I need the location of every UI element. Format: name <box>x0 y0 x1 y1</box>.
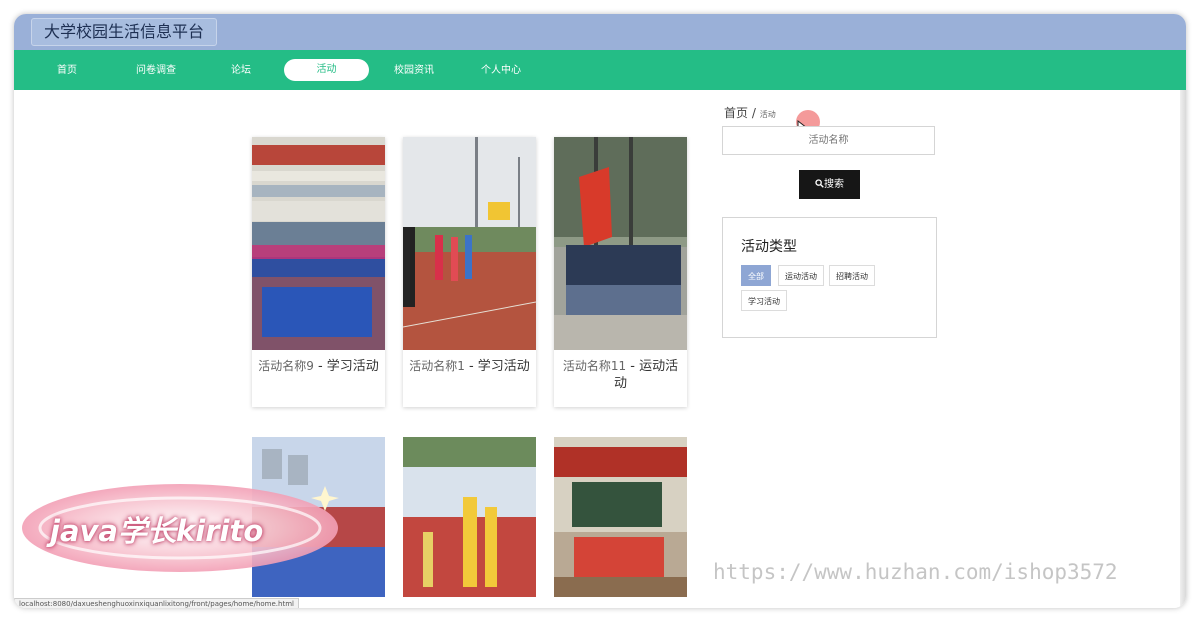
search-icon <box>815 179 824 188</box>
activity-name-search-input[interactable] <box>722 126 935 155</box>
breadcrumb-separator: / <box>751 106 756 120</box>
activity-photo[interactable] <box>403 437 536 597</box>
nav-item-forum[interactable]: 论坛 <box>216 62 266 80</box>
type-tag-study[interactable]: 学习活动 <box>741 290 787 311</box>
activity-name: 活动名称11 <box>562 359 627 373</box>
breadcrumb-current: 活动 <box>759 110 776 119</box>
activity-title[interactable]: 活动名称11 - 运动活动 <box>558 358 683 392</box>
activity-title[interactable]: 活动名称9 - 学习活动 <box>256 358 381 375</box>
activity-type-filter: 活动类型 全部 运动活动 招聘活动 学习活动 <box>722 217 937 338</box>
type-tag-recruitment[interactable]: 招聘活动 <box>829 265 875 286</box>
activity-name: 活动名称9 <box>258 359 314 373</box>
title-bar: 大学校园生活信息平台 <box>14 14 1186 50</box>
activity-name: 活动名称1 <box>409 359 465 373</box>
activity-card[interactable]: 活动名称11 - 运动活动 <box>554 137 687 407</box>
activity-card[interactable]: 活动名称1 - 学习活动 <box>403 137 536 407</box>
activity-type-title: 活动类型 <box>741 239 797 255</box>
activity-type: 学习活动 <box>477 359 530 374</box>
status-bar-url: localhost:8080/daxueshenghuoxinxiquanlix… <box>14 598 299 608</box>
activity-type: 学习活动 <box>326 359 379 374</box>
nav-item-campus-news[interactable]: 校园资讯 <box>382 62 446 80</box>
activity-photo[interactable] <box>403 137 536 350</box>
site-title: 大学校园生活信息平台 <box>31 18 218 46</box>
activity-title[interactable]: 活动名称1 - 学习活动 <box>407 358 532 375</box>
nav-item-survey[interactable]: 问卷调查 <box>124 62 188 80</box>
watermark-badge: java学长kirito <box>20 478 350 576</box>
activity-card[interactable]: 活动名称9 - 学习活动 <box>252 137 385 407</box>
activity-photo[interactable] <box>554 437 687 597</box>
activity-photo[interactable] <box>252 137 385 350</box>
type-tag-sports[interactable]: 运动活动 <box>778 265 824 286</box>
main-nav: 首页 问卷调查 论坛 活动 校园资讯 个人中心 <box>14 50 1186 90</box>
nav-item-personal-center[interactable]: 个人中心 <box>469 62 533 80</box>
nav-item-activity[interactable]: 活动 <box>284 59 369 81</box>
search-button-label: 搜索 <box>824 179 844 190</box>
search-button[interactable]: 搜索 <box>799 170 860 199</box>
breadcrumb: 首页 / 活动 <box>724 104 776 121</box>
activity-photo[interactable] <box>554 137 687 350</box>
scrollbar-track[interactable] <box>1180 90 1186 608</box>
watermark-url: https://www.huzhan.com/ishop3572 <box>713 560 1118 584</box>
watermark-badge-text: java学长kirito <box>50 514 264 548</box>
nav-item-home[interactable]: 首页 <box>42 62 92 80</box>
type-tag-all[interactable]: 全部 <box>741 265 771 286</box>
breadcrumb-home[interactable]: 首页 <box>724 106 748 120</box>
